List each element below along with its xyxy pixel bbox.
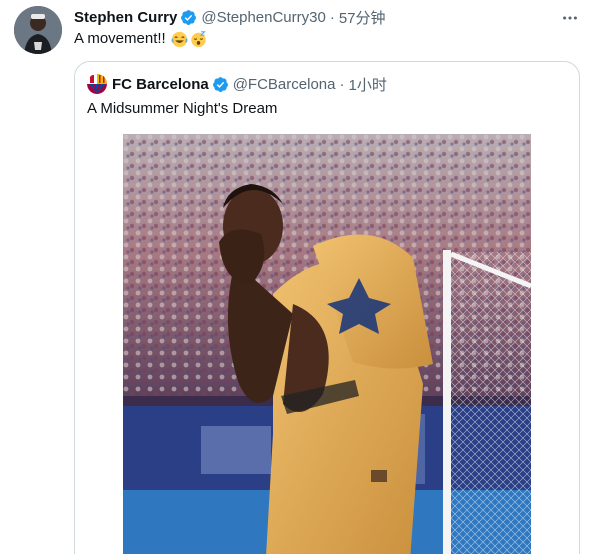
quoted-tweet-text: A Midsummer Night's Dream (87, 100, 278, 117)
separator-dot: · (329, 8, 335, 26)
more-horizontal-icon[interactable] (560, 8, 580, 28)
separator-dot: · (339, 75, 345, 93)
author-handle[interactable]: @StephenCurry30 (201, 9, 325, 26)
verified-badge-icon (180, 9, 197, 26)
author-name[interactable]: Stephen Curry (74, 9, 177, 26)
player-celebration-photo[interactable] (123, 134, 531, 554)
tweet-header: Stephen Curry @StephenCurry30 · 57分钟 (74, 7, 386, 27)
tweet-timestamp[interactable]: 57分钟 (339, 7, 386, 28)
author-avatar[interactable] (14, 6, 62, 54)
tweet-text-content: A movement!! (74, 30, 166, 47)
fc-barcelona-crest-icon[interactable] (87, 74, 107, 94)
quoted-author-handle[interactable]: @FCBarcelona (233, 76, 336, 93)
quoted-tweet[interactable]: FC Barcelona @FCBarcelona · 1小时 A Midsum… (74, 61, 580, 554)
joy-emoji-icon (171, 31, 188, 48)
tweet[interactable]: Stephen Curry @StephenCurry30 · 57分钟 A m… (0, 0, 592, 554)
quoted-tweet-header: FC Barcelona @FCBarcelona · 1小时 (87, 73, 387, 95)
quoted-author-name[interactable]: FC Barcelona (112, 76, 209, 93)
sleeping-emoji-icon (190, 30, 207, 48)
tweet-text: A movement!! (74, 29, 207, 49)
verified-badge-icon (212, 76, 229, 93)
quoted-tweet-timestamp[interactable]: 1小时 (348, 74, 386, 95)
